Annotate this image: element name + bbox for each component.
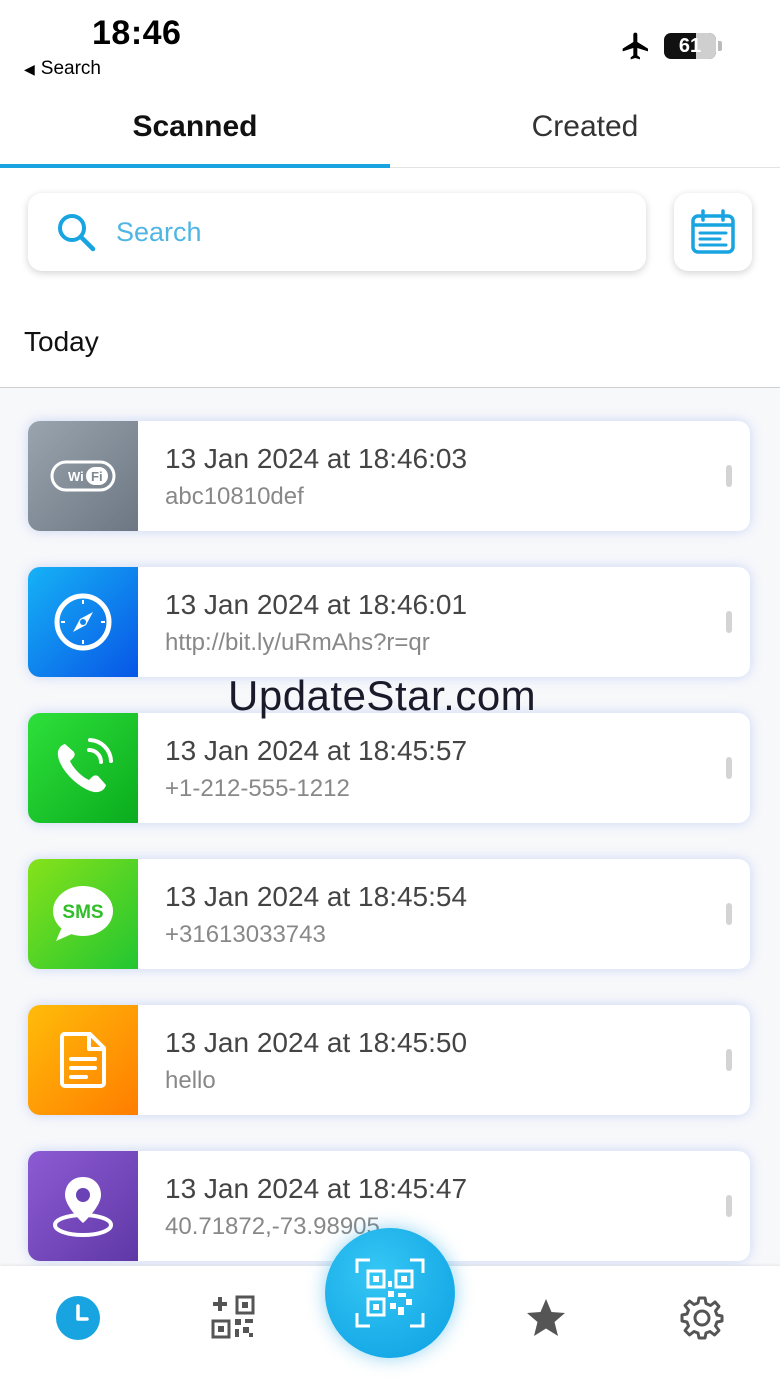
history-item-url[interactable]: 13 Jan 2024 at 18:46:01 http://bit.ly/uR… — [28, 567, 750, 677]
history-item-text[interactable]: 13 Jan 2024 at 18:45:50 hello — [28, 1005, 750, 1115]
item-value: hello — [165, 1067, 216, 1094]
item-value: +1-212-555-1212 — [165, 775, 350, 802]
item-date: 13 Jan 2024 at 18:46:01 — [165, 589, 468, 620]
drag-handle[interactable] — [726, 611, 732, 633]
document-icon — [28, 1005, 138, 1115]
nav-create[interactable] — [204, 1288, 264, 1348]
phone-icon — [28, 713, 138, 823]
back-link-label: Search — [40, 58, 101, 79]
item-date: 13 Jan 2024 at 18:46:03 — [165, 443, 468, 474]
item-value: 40.71872,-73.98905 — [165, 1213, 380, 1240]
section-header: Today — [0, 296, 780, 388]
battery-level: 61 — [678, 35, 702, 57]
gear-icon — [680, 1296, 724, 1340]
nav-settings[interactable] — [672, 1288, 732, 1348]
drag-handle[interactable] — [726, 465, 732, 487]
search-input[interactable] — [116, 216, 596, 248]
sms-icon: SMS — [28, 859, 138, 969]
location-pin-icon — [28, 1151, 138, 1261]
calendar-filter-button[interactable] — [674, 193, 752, 271]
qr-add-icon — [211, 1295, 255, 1339]
status-time: 18:46 — [92, 14, 182, 52]
nav-history[interactable] — [48, 1288, 108, 1348]
wifi-icon: Wi Fi — [28, 421, 138, 531]
search-icon — [58, 214, 96, 252]
drag-handle[interactable] — [726, 1049, 732, 1071]
item-date: 13 Jan 2024 at 18:45:47 — [165, 1173, 468, 1204]
search-box[interactable] — [28, 193, 646, 271]
history-item-phone[interactable]: 13 Jan 2024 at 18:45:57 +1-212-555-1212 — [28, 713, 750, 823]
nav-favorites[interactable] — [516, 1288, 576, 1348]
scan-qr-button[interactable] — [325, 1228, 455, 1358]
qr-scan-icon — [355, 1258, 425, 1328]
drag-handle[interactable] — [726, 1195, 732, 1217]
history-item-wifi[interactable]: Wi Fi 13 Jan 2024 at 18:46:03 abc10810de… — [28, 421, 750, 531]
wifi-icon-fi: Fi — [91, 469, 103, 484]
clock-icon — [56, 1296, 100, 1340]
tab-bar: Scanned Created — [0, 100, 780, 168]
calendar-icon — [691, 209, 735, 254]
drag-handle[interactable] — [726, 757, 732, 779]
item-value: http://bit.ly/uRmAhs?r=qr — [165, 629, 430, 656]
drag-handle[interactable] — [726, 903, 732, 925]
compass-icon — [28, 567, 138, 677]
sms-icon-label: SMS — [62, 902, 103, 923]
battery-cap — [718, 41, 722, 51]
item-date: 13 Jan 2024 at 18:45:50 — [165, 1027, 468, 1058]
item-date: 13 Jan 2024 at 18:45:57 — [165, 735, 468, 766]
wifi-icon-wi: Wi — [68, 469, 84, 484]
history-list[interactable]: Today Wi Fi 13 Jan 2024 at 18:46:03 abc1… — [0, 296, 780, 1266]
section-title: Today — [24, 326, 99, 357]
status-bar: 18:46 ◀ Search 61 — [0, 0, 780, 100]
battery-icon: 61 — [664, 33, 716, 59]
search-row — [0, 168, 780, 296]
item-value: +31613033743 — [165, 921, 326, 948]
item-value: abc10810def — [165, 483, 304, 510]
item-date: 13 Jan 2024 at 18:45:54 — [165, 881, 468, 912]
watermark-text: UpdateStar.com — [228, 672, 537, 719]
tab-scanned[interactable]: Scanned — [0, 100, 390, 168]
history-item-sms[interactable]: SMS 13 Jan 2024 at 18:45:54 +31613033743 — [28, 859, 750, 969]
back-to-search-link[interactable]: ◀ Search — [24, 58, 101, 80]
tab-created[interactable]: Created — [390, 100, 780, 168]
star-icon — [527, 1299, 565, 1336]
back-arrow-icon: ◀ — [24, 60, 35, 77]
airplane-mode-icon — [620, 30, 652, 70]
